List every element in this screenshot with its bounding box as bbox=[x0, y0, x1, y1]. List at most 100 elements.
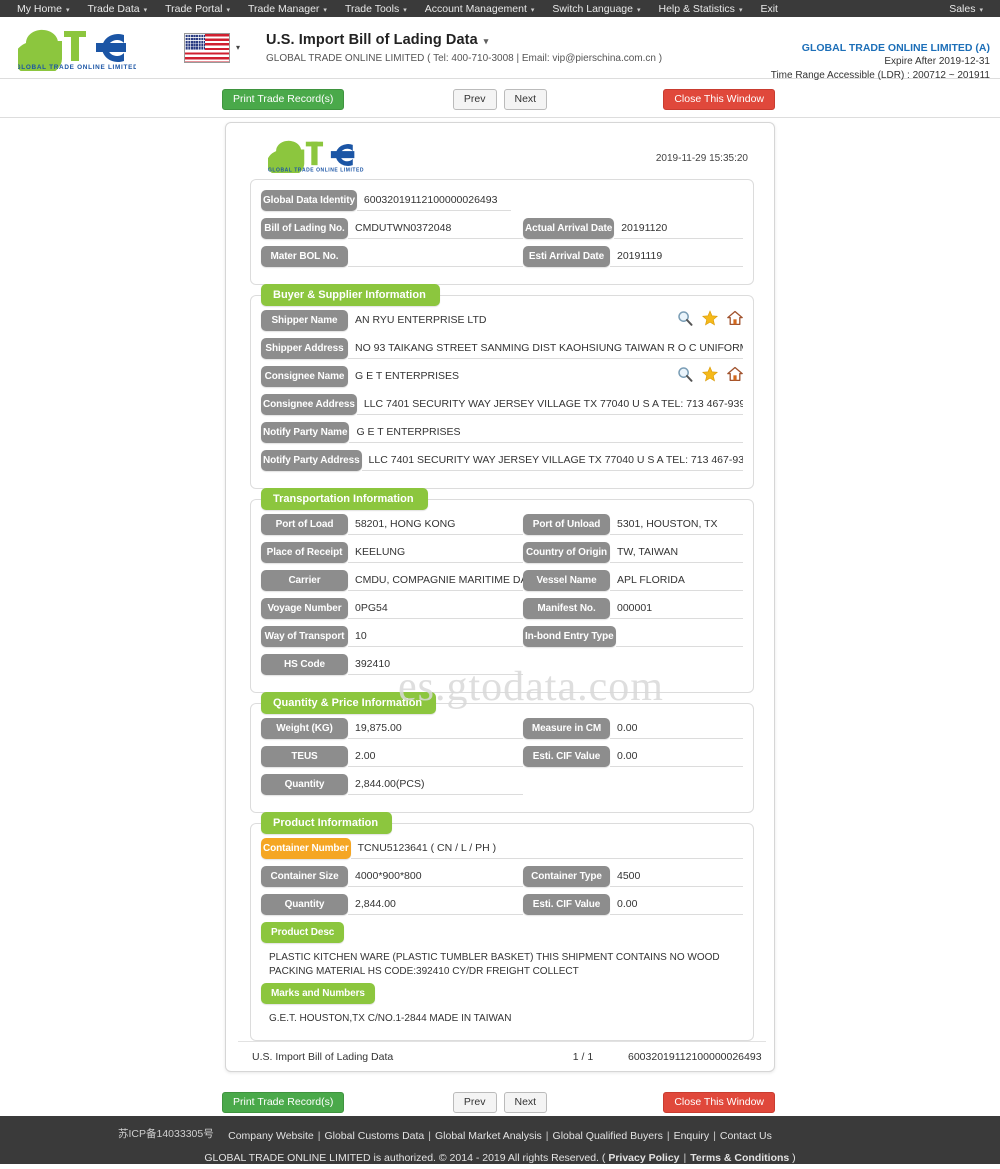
footer-link-terms-conditions[interactable]: Terms & Conditions bbox=[690, 1152, 789, 1164]
menu-item-label: Sales bbox=[949, 2, 976, 15]
chevron-down-icon: ▾ bbox=[979, 6, 983, 14]
row-quantity: Quantity 2,844.00(PCS) bbox=[261, 774, 743, 795]
us-flag-icon bbox=[184, 32, 230, 63]
row-port-of-load: Port of Load 58201, HONG KONG Port of Un… bbox=[261, 514, 743, 535]
value-product-esti-cif-value: 0.00 bbox=[610, 894, 743, 915]
close-window-button-bottom[interactable]: Close This Window bbox=[663, 1091, 775, 1113]
value-marks-and-numbers: G.E.T. HOUSTON,TX C/NO.1-2844 MADE IN TA… bbox=[269, 1013, 512, 1024]
row-shipper-name: Shipper Name AN RYU ENTERPRISE LTD bbox=[261, 310, 743, 331]
value-voyage-number: 0PG54 bbox=[348, 598, 523, 619]
footer-link-privacy-policy[interactable]: Privacy Policy bbox=[608, 1152, 679, 1164]
section-title-quantity-price: Quantity & Price Information bbox=[261, 692, 437, 714]
chevron-down-icon: ▾ bbox=[636, 6, 641, 14]
quantity-price-card: Quantity & Price Information Weight (KG)… bbox=[250, 692, 754, 813]
row-hs-code: HS Code 392410 bbox=[261, 654, 743, 675]
gto-logo: GLOBAL TRADE ONLINE LIMITED bbox=[18, 25, 136, 71]
next-button-bottom[interactable]: Next bbox=[503, 1091, 548, 1113]
home-icon[interactable] bbox=[727, 310, 743, 326]
label-marks-and-numbers: Marks and Numbers bbox=[261, 983, 375, 1004]
chevron-down-icon: ▾ bbox=[738, 6, 743, 14]
menu-item-label: Switch Language bbox=[552, 2, 633, 15]
star-icon[interactable] bbox=[702, 366, 718, 382]
label-bill-of-lading-no: Bill of Lading No. bbox=[261, 218, 348, 239]
value-inbond-entry-type bbox=[615, 626, 743, 647]
prev-button-top[interactable]: Prev bbox=[452, 88, 497, 110]
label-way-of-transport: Way of Transport bbox=[261, 626, 348, 647]
gto-logo-icon: GLOBAL TRADE ONLINE LIMITED bbox=[18, 29, 136, 71]
label-consignee-address: Consignee Address bbox=[261, 394, 357, 415]
close-window-button-top[interactable]: Close This Window bbox=[663, 88, 775, 110]
menu-item-account-management[interactable]: Account Management ▾ bbox=[416, 3, 544, 15]
menu-item-label: Exit bbox=[760, 2, 778, 15]
row-shipper-address: Shipper Address NO 93 TAIKANG STREET SAN… bbox=[261, 338, 743, 359]
menu-item-trade-data[interactable]: Trade Data ▾ bbox=[78, 3, 156, 15]
value-bill-of-lading-no: CMDUTWN0372048 bbox=[348, 218, 523, 239]
menu-item-exit[interactable]: Exit bbox=[751, 3, 787, 15]
row-product-quantity: Quantity 2,844.00 Esti. CIF Value 0.00 bbox=[261, 894, 743, 915]
account-expiry: Expire After 2019-12-31 bbox=[884, 56, 990, 67]
value-shipper-address: NO 93 TAIKANG STREET SANMING DIST KAOHSI… bbox=[348, 338, 743, 359]
document-stage: GLOBAL TRADE ONLINE LIMITED 2019-11-29 1… bbox=[0, 118, 1000, 1084]
label-voyage-number: Voyage Number bbox=[261, 598, 348, 619]
menu-item-label: My Home bbox=[17, 2, 62, 15]
gto-logo-icon: GLOBAL TRADE ONLINE LIMITED bbox=[268, 140, 363, 173]
footer-link-contact-us[interactable]: Contact Us bbox=[720, 1130, 772, 1142]
menu-item-trade-tools[interactable]: Trade Tools ▾ bbox=[336, 3, 416, 15]
chevron-down-icon: ▾ bbox=[403, 6, 407, 14]
chevron-down-icon: ▾ bbox=[143, 6, 148, 14]
copyright-text: GLOBAL TRADE ONLINE LIMITED is authorize… bbox=[204, 1152, 606, 1164]
menu-item-label: Help & Statistics bbox=[658, 2, 735, 15]
menu-item-sales[interactable]: Sales ▾ bbox=[940, 3, 992, 15]
section-title-product: Product Information bbox=[261, 812, 393, 834]
document-page-indicator: 1 / 1 bbox=[572, 1051, 594, 1063]
footer-link-enquiry[interactable]: Enquiry bbox=[674, 1130, 710, 1142]
value-manifest-no: 000001 bbox=[610, 598, 743, 619]
value-shipper-name: AN RYU ENTERPRISE LTD bbox=[355, 314, 487, 326]
label-actual-arrival-date: Actual Arrival Date bbox=[523, 218, 615, 239]
value-notify-party-name: G E T ENTERPRISES bbox=[349, 422, 743, 443]
label-inbond-entry-type: In-bond Entry Type bbox=[523, 626, 616, 647]
prev-button-bottom[interactable]: Prev bbox=[452, 1091, 497, 1113]
value-container-size: 4000*900*800 bbox=[348, 866, 523, 887]
footer-link-company-website[interactable]: Company Website bbox=[228, 1130, 314, 1142]
footer-link-global-qualified-buyers[interactable]: Global Qualified Buyers bbox=[553, 1130, 663, 1142]
label-notify-party-name: Notify Party Name bbox=[261, 422, 350, 443]
search-icon[interactable] bbox=[677, 310, 693, 326]
label-carrier: Carrier bbox=[261, 570, 348, 591]
search-icon[interactable] bbox=[677, 366, 693, 382]
menu-item-switch-language[interactable]: Switch Language ▾ bbox=[543, 3, 649, 15]
value-global-data-identity: 60032019112100000026493 bbox=[356, 190, 511, 211]
footer-link-global-market-analysis[interactable]: Global Market Analysis bbox=[435, 1130, 542, 1142]
value-notify-party-address: LLC 7401 SECURITY WAY JERSEY VILLAGE TX … bbox=[361, 450, 743, 471]
menu-item-label: Trade Data bbox=[87, 2, 140, 15]
label-quantity: Quantity bbox=[261, 774, 348, 795]
value-product-quantity: 2,844.00 bbox=[348, 894, 523, 915]
row-notify-party-name: Notify Party Name G E T ENTERPRISES bbox=[261, 422, 743, 443]
chevron-down-icon[interactable]: ▾ bbox=[484, 36, 489, 47]
row-product-desc-label: Product Desc bbox=[261, 922, 743, 943]
next-button-top[interactable]: Next bbox=[503, 88, 548, 110]
transportation-card: Transportation Information Port of Load … bbox=[250, 488, 754, 693]
row-global-data-identity: Global Data Identity 6003201911210000002… bbox=[261, 190, 743, 211]
value-container-type: 4500 bbox=[610, 866, 743, 887]
menu-item-trade-portal[interactable]: Trade Portal ▾ bbox=[156, 3, 239, 15]
home-icon[interactable] bbox=[727, 366, 743, 382]
label-measure-in-cm: Measure in CM bbox=[523, 718, 610, 739]
label-shipper-address: Shipper Address bbox=[261, 338, 348, 359]
country-selector[interactable]: ▾ bbox=[184, 32, 240, 63]
row-master-bol: Mater BOL No. Esti Arrival Date 20191119 bbox=[261, 246, 743, 267]
value-weight-kg: 19,875.00 bbox=[348, 718, 523, 739]
menu-item-my-home[interactable]: My Home ▾ bbox=[8, 3, 78, 15]
row-container-number: Container Number TCNU5123641 ( CN / L / … bbox=[261, 838, 743, 859]
row-way-of-transport: Way of Transport 10 In-bond Entry Type bbox=[261, 626, 743, 647]
document-footer-title: U.S. Import Bill of Lading Data bbox=[252, 1051, 394, 1063]
menu-item-trade-manager[interactable]: Trade Manager ▾ bbox=[239, 3, 336, 15]
footer-link-global-customs-data[interactable]: Global Customs Data bbox=[324, 1130, 424, 1142]
menu-item-label: Trade Portal bbox=[165, 2, 223, 15]
value-measure-in-cm: 0.00 bbox=[610, 718, 743, 739]
star-icon[interactable] bbox=[702, 310, 718, 326]
label-container-number: Container Number bbox=[261, 838, 351, 859]
header-titlebox: U.S. Import Bill of Lading Data ▾ GLOBAL … bbox=[266, 32, 662, 64]
menu-item-help-statistics[interactable]: Help & Statistics ▾ bbox=[649, 3, 751, 15]
value-teus: 2.00 bbox=[348, 746, 523, 767]
